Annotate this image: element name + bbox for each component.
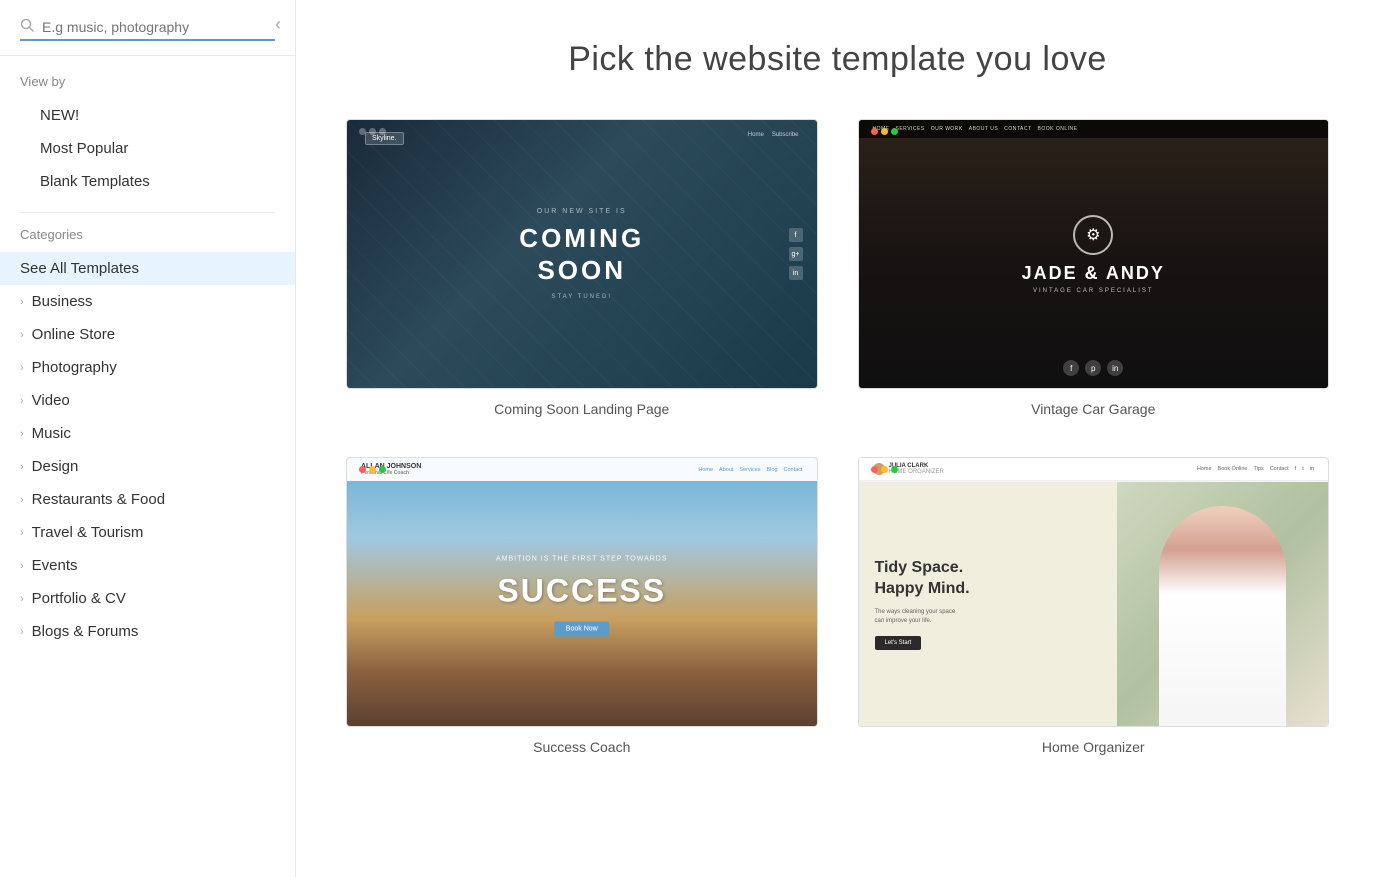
sidebar-item-travel[interactable]: › Travel & Tourism bbox=[0, 516, 295, 549]
sidebar-item-label: Design bbox=[32, 458, 79, 475]
template-social: f g+ in bbox=[789, 228, 803, 280]
sidebar-item-see-all[interactable]: See All Templates bbox=[0, 252, 295, 285]
template-label-success-coach: Success Coach bbox=[346, 739, 818, 755]
template-hero: OUR NEW SITE IS COMINGSOON STAY TUNED! bbox=[519, 208, 644, 299]
chevron-icon: › bbox=[20, 329, 24, 341]
chevron-icon: › bbox=[20, 494, 24, 506]
sidebar-item-label: Online Store bbox=[32, 326, 115, 343]
template-cta-button: Let's Start bbox=[875, 636, 922, 650]
template-navlinks: Home About Services Blog Contact bbox=[698, 467, 802, 473]
template-subtitle: OUR NEW SITE IS bbox=[519, 208, 644, 215]
template-hero-title: SUCCESS bbox=[496, 573, 668, 610]
sidebar-item-restaurants[interactable]: › Restaurants & Food bbox=[0, 483, 295, 516]
template-label-coming-soon: Coming Soon Landing Page bbox=[346, 401, 818, 417]
search-icon bbox=[20, 18, 34, 35]
sidebar-item-design[interactable]: › Design bbox=[0, 450, 295, 483]
template-cta-button: Book Now bbox=[554, 622, 610, 637]
categories-label: Categories bbox=[0, 227, 295, 252]
template-subtitle: AMBITION IS THE FIRST STEP TOWARDS bbox=[496, 556, 668, 563]
template-hero-title: JADE & ANDY bbox=[1022, 263, 1165, 284]
chevron-icon: › bbox=[20, 428, 24, 440]
template-card-success-coach[interactable]: ALLAN JOHNSON Personal Life Coach Home A… bbox=[346, 457, 818, 755]
chevron-icon: › bbox=[20, 296, 24, 308]
template-card-vintage-car[interactable]: HOME SERVICES OUR WORK ABOUT US CONTACT … bbox=[858, 119, 1330, 417]
template-nav: Skyline. Home Subscribe bbox=[347, 132, 817, 145]
sidebar-item-label: Travel & Tourism bbox=[32, 524, 144, 541]
sidebar-item-label: Portfolio & CV bbox=[32, 590, 126, 607]
nav-item-most-popular[interactable]: Most Popular bbox=[20, 132, 275, 165]
window-dots bbox=[871, 128, 898, 135]
window-dots bbox=[871, 466, 898, 473]
chevron-icon: › bbox=[20, 362, 24, 374]
template-nav: ALLAN JOHNSON Personal Life Coach Home A… bbox=[347, 458, 817, 481]
chevron-icon: › bbox=[20, 560, 24, 572]
sidebar-item-blogs[interactable]: › Blogs & Forums bbox=[0, 615, 295, 648]
template-hero: ⚙ JADE & ANDY VINTAGE CAR SPECIALIST bbox=[1022, 215, 1165, 294]
template-social: f p in bbox=[1063, 360, 1123, 376]
template-navlinks: Home Subscribe bbox=[748, 132, 799, 145]
sidebar-item-photography[interactable]: › Photography bbox=[0, 351, 295, 384]
viewby-section: View by NEW! Most Popular Blank Template… bbox=[0, 56, 295, 198]
collapse-button[interactable]: ‹ bbox=[275, 14, 281, 35]
sidebar-item-label: Video bbox=[32, 392, 70, 409]
sidebar-item-business[interactable]: › Business bbox=[0, 285, 295, 318]
sidebar-item-events[interactable]: › Events bbox=[0, 549, 295, 582]
template-body: Tidy Space.Happy Mind. The ways cleaning… bbox=[859, 482, 1329, 726]
template-card-home-organizer[interactable]: JULIA CLARK HOME ORGANIZER Home Book Onl… bbox=[858, 457, 1330, 755]
chevron-icon: › bbox=[20, 461, 24, 473]
sidebar-item-label: Music bbox=[32, 425, 71, 442]
sidebar-item-video[interactable]: › Video bbox=[0, 384, 295, 417]
template-thumbnail-vintage-car: HOME SERVICES OUR WORK ABOUT US CONTACT … bbox=[858, 119, 1330, 389]
window-dots bbox=[359, 466, 386, 473]
template-hero-subtitle: VINTAGE CAR SPECIALIST bbox=[1022, 288, 1165, 294]
template-icon: ⚙ bbox=[1073, 215, 1113, 255]
viewby-label: View by bbox=[20, 74, 275, 89]
sidebar-item-label: Photography bbox=[32, 359, 117, 376]
main-content: Pick the website template you love Skyli… bbox=[296, 0, 1379, 877]
template-desc: The ways cleaning your spacecan improve … bbox=[875, 608, 1101, 626]
sidebar-item-label: Events bbox=[32, 557, 78, 574]
sidebar-item-label: Restaurants & Food bbox=[32, 491, 165, 508]
sidebar-item-label: Business bbox=[32, 293, 93, 310]
templates-grid: Skyline. Home Subscribe OUR NEW SITE IS … bbox=[346, 119, 1329, 755]
template-label-home-organizer: Home Organizer bbox=[858, 739, 1330, 755]
page-title: Pick the website template you love bbox=[346, 40, 1329, 79]
template-left-panel: Tidy Space.Happy Mind. The ways cleaning… bbox=[859, 482, 1117, 726]
template-thumbnail-home-organizer: JULIA CLARK HOME ORGANIZER Home Book Onl… bbox=[858, 457, 1330, 727]
template-nav: JULIA CLARK HOME ORGANIZER Home Book Onl… bbox=[859, 458, 1329, 481]
search-section bbox=[0, 0, 295, 56]
template-hero: AMBITION IS THE FIRST STEP TOWARDS SUCCE… bbox=[496, 556, 668, 637]
template-card-coming-soon[interactable]: Skyline. Home Subscribe OUR NEW SITE IS … bbox=[346, 119, 818, 417]
template-thumbnail-coming-soon: Skyline. Home Subscribe OUR NEW SITE IS … bbox=[346, 119, 818, 389]
template-right-panel bbox=[1117, 482, 1328, 726]
template-label-vintage-car: Vintage Car Garage bbox=[858, 401, 1330, 417]
chevron-icon: › bbox=[20, 395, 24, 407]
nav-item-new[interactable]: NEW! bbox=[20, 99, 275, 132]
template-nav: HOME SERVICES OUR WORK ABOUT US CONTACT … bbox=[859, 120, 1329, 138]
sidebar-item-label: Blogs & Forums bbox=[32, 623, 139, 640]
template-thumbnail-success-coach: ALLAN JOHNSON Personal Life Coach Home A… bbox=[346, 457, 818, 727]
template-logo: Skyline. bbox=[365, 132, 404, 145]
template-tagline: STAY TUNED! bbox=[519, 294, 644, 300]
template-hero-title: COMINGSOON bbox=[519, 223, 644, 285]
divider bbox=[20, 212, 275, 213]
sidebar-item-portfolio[interactable]: › Portfolio & CV bbox=[0, 582, 295, 615]
sidebar-item-music[interactable]: › Music bbox=[0, 417, 295, 450]
template-person bbox=[1117, 482, 1328, 726]
chevron-icon: › bbox=[20, 527, 24, 539]
chevron-icon: › bbox=[20, 593, 24, 605]
template-heading: Tidy Space.Happy Mind. bbox=[875, 558, 1101, 600]
sidebar-item-online-store[interactable]: › Online Store bbox=[0, 318, 295, 351]
search-input[interactable] bbox=[42, 19, 275, 35]
nav-item-blank-templates[interactable]: Blank Templates bbox=[20, 165, 275, 198]
template-navlinks: Home Book Online Tips Contact f t in bbox=[1197, 466, 1314, 472]
sidebar: ‹ View by NEW! Most Popular Blank Templa… bbox=[0, 0, 296, 877]
chevron-icon: › bbox=[20, 626, 24, 638]
template-navlinks: HOME SERVICES OUR WORK ABOUT US CONTACT … bbox=[873, 126, 1078, 132]
